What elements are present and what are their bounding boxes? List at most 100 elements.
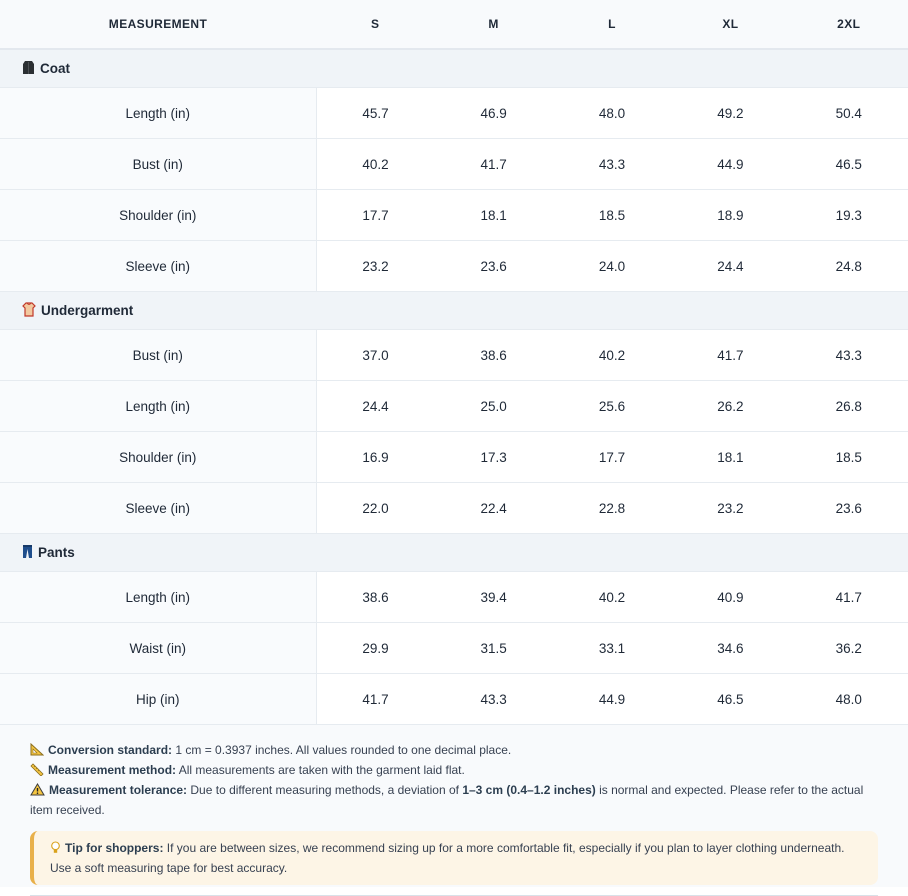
table-row: Length (in) 38.6 39.4 40.2 40.9 41.7 <box>0 571 908 623</box>
table-row: Length (in) 24.4 25.0 25.6 26.2 26.8 <box>0 380 908 432</box>
tolerance-text-before: Due to different measuring methods, a de… <box>187 783 463 797</box>
table-row: Sleeve (in) 22.0 22.4 22.8 23.2 23.6 <box>0 482 908 534</box>
measurement-label: Sleeve (in) <box>0 240 317 292</box>
size-header-m: M <box>434 0 553 50</box>
method-text: All measurements are taken with the garm… <box>176 763 465 777</box>
cell-value: 23.2 <box>316 240 435 292</box>
cell-value: 23.6 <box>789 482 908 534</box>
cell-value: 34.6 <box>671 622 790 674</box>
cell-value: 46.5 <box>789 138 908 190</box>
measurement-label: Shoulder (in) <box>0 431 317 483</box>
cell-value: 17.7 <box>316 189 435 241</box>
cell-value: 40.2 <box>316 138 435 190</box>
cell-value: 43.3 <box>434 673 553 725</box>
cell-value: 17.3 <box>434 431 553 483</box>
cell-value: 46.9 <box>434 87 553 139</box>
cell-value: 41.7 <box>316 673 435 725</box>
size-table: MEASUREMENT S M L XL 2XL Coat Length (in… <box>0 0 908 725</box>
conversion-text: 1 cm = 0.3937 inches. All values rounded… <box>172 743 512 757</box>
cell-value: 25.6 <box>552 380 672 432</box>
cell-value: 19.3 <box>789 189 908 241</box>
cell-value: 50.4 <box>789 87 908 139</box>
cell-value: 16.9 <box>316 431 435 483</box>
cell-value: 44.9 <box>671 138 790 190</box>
cell-value: 43.3 <box>789 329 908 381</box>
cell-value: 48.0 <box>552 87 672 139</box>
tolerance-range: 1–3 cm (0.4–1.2 inches) <box>462 783 596 797</box>
cell-value: 18.5 <box>552 189 672 241</box>
cell-value: 23.2 <box>671 482 790 534</box>
cell-value: 18.9 <box>671 189 790 241</box>
measurement-label: Length (in) <box>0 571 317 623</box>
cell-value: 49.2 <box>671 87 790 139</box>
cell-value: 33.1 <box>552 622 672 674</box>
measurement-column-header: MEASUREMENT <box>0 0 317 50</box>
cell-value: 48.0 <box>789 673 908 725</box>
notes-panel: Conversion standard: 1 cm = 0.3937 inche… <box>0 725 908 896</box>
lightbulb-icon <box>50 841 61 859</box>
measurement-label: Length (in) <box>0 87 317 139</box>
section-title: Undergarment <box>41 302 134 318</box>
cell-value: 18.5 <box>789 431 908 483</box>
shopper-tip: Tip for shoppers: If you are between siz… <box>30 831 878 885</box>
cell-value: 44.9 <box>552 673 672 725</box>
section-undergarment: Undergarment <box>0 291 908 330</box>
cell-value: 41.7 <box>671 329 790 381</box>
cell-value: 37.0 <box>316 329 435 381</box>
cell-value: 26.2 <box>671 380 790 432</box>
cell-value: 24.4 <box>671 240 790 292</box>
tolerance-label: Measurement tolerance: <box>49 783 188 797</box>
cell-value: 38.6 <box>316 571 435 623</box>
table-row: Bust (in) 37.0 38.6 40.2 41.7 43.3 <box>0 329 908 381</box>
cell-value: 36.2 <box>789 622 908 674</box>
pants-icon <box>22 544 33 562</box>
cell-value: 40.2 <box>552 571 672 623</box>
cell-value: 22.4 <box>434 482 553 534</box>
warning-icon <box>30 783 45 801</box>
table-row: Sleeve (in) 23.2 23.6 24.0 24.4 24.8 <box>0 240 908 292</box>
size-header-s: S <box>316 0 435 50</box>
section-title: Pants <box>38 544 75 560</box>
cell-value: 26.8 <box>789 380 908 432</box>
cell-value: 40.9 <box>671 571 790 623</box>
cell-value: 39.4 <box>434 571 553 623</box>
method-label: Measurement method: <box>48 763 177 777</box>
cell-value: 18.1 <box>434 189 553 241</box>
measurement-label: Hip (in) <box>0 673 317 725</box>
section-coat: Coat <box>0 49 908 88</box>
cell-value: 43.3 <box>552 138 672 190</box>
size-header-l: L <box>552 0 672 50</box>
table-row: Length (in) 45.7 46.9 48.0 49.2 50.4 <box>0 87 908 139</box>
cell-value: 23.6 <box>434 240 553 292</box>
cell-value: 38.6 <box>434 329 553 381</box>
method-note: Measurement method: All measurements are… <box>30 761 878 781</box>
size-header-xl: XL <box>671 0 790 50</box>
cell-value: 22.0 <box>316 482 435 534</box>
table-row: Shoulder (in) 16.9 17.3 17.7 18.1 18.5 <box>0 431 908 483</box>
section-pants: Pants <box>0 533 908 572</box>
cell-value: 25.0 <box>434 380 553 432</box>
size-header-2xl: 2XL <box>789 0 908 50</box>
cell-value: 24.8 <box>789 240 908 292</box>
cell-value: 40.2 <box>552 329 672 381</box>
measurement-label: Shoulder (in) <box>0 189 317 241</box>
tip-text: If you are between sizes, we recommend s… <box>50 841 845 875</box>
measurement-label: Bust (in) <box>0 138 317 190</box>
tolerance-note: Measurement tolerance: Due to different … <box>30 781 878 819</box>
cell-value: 17.7 <box>552 431 672 483</box>
measurement-label: Sleeve (in) <box>0 482 317 534</box>
header-row: MEASUREMENT S M L XL 2XL <box>0 0 908 50</box>
size-chart: MEASUREMENT S M L XL 2XL Coat Length (in… <box>0 0 908 896</box>
table-row: Waist (in) 29.9 31.5 33.1 34.6 36.2 <box>0 622 908 674</box>
shirt-icon <box>22 301 36 320</box>
ruler-triangle-icon <box>30 742 45 761</box>
measurement-label: Waist (in) <box>0 622 317 674</box>
tip-label: Tip for shoppers: <box>65 841 164 855</box>
measurement-label: Length (in) <box>0 380 317 432</box>
ruler-icon <box>30 763 44 781</box>
measurement-label: Bust (in) <box>0 329 317 381</box>
cell-value: 24.0 <box>552 240 672 292</box>
cell-value: 24.4 <box>316 380 435 432</box>
cell-value: 41.7 <box>434 138 553 190</box>
cell-value: 18.1 <box>671 431 790 483</box>
